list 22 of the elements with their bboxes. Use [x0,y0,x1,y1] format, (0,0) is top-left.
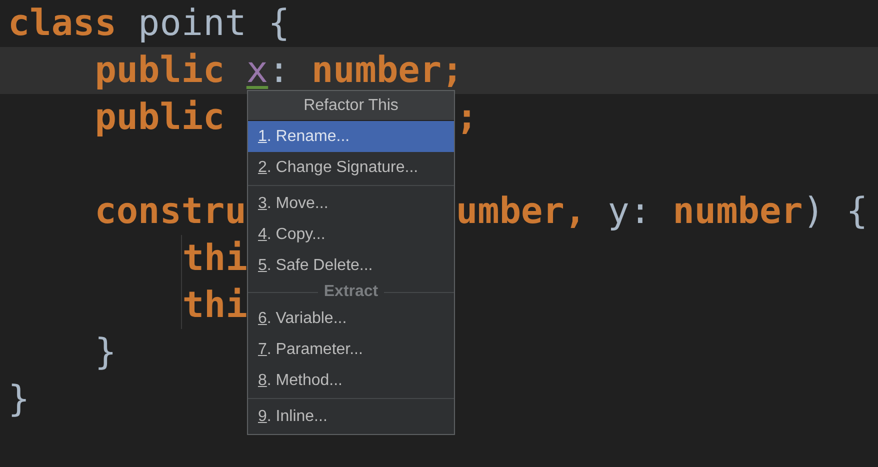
menu-item[interactable]: 6. Variable... [248,303,454,334]
menu-title: Refactor This [248,91,454,121]
menu-item[interactable]: 3. Move... [248,188,454,219]
code-line: public x: number; [94,49,464,93]
menu-item[interactable]: 9. Inline... [248,401,454,432]
menu-section-heading: Extract [324,283,378,301]
code-editor[interactable] [0,0,878,467]
menu-item[interactable]: 5. Safe Delete... [248,250,454,281]
code-line: } [8,378,30,422]
code-line: } [94,331,116,375]
code-line: constru [94,190,246,234]
code-line: ; [456,96,478,140]
code-line: thi [182,237,248,281]
code-line: public [94,96,225,140]
menu-item[interactable]: 7. Parameter... [248,334,454,365]
menu-item[interactable]: 8. Method... [248,365,454,396]
menu-item[interactable]: 2. Change Signature... [248,152,454,183]
menu-item[interactable]: 4. Copy... [248,219,454,250]
code-line: class point { [8,2,290,46]
menu-item[interactable]: 1. Rename... [248,121,454,152]
code-line: thi [182,284,248,328]
code-line: umber, y: number) { [456,190,868,234]
